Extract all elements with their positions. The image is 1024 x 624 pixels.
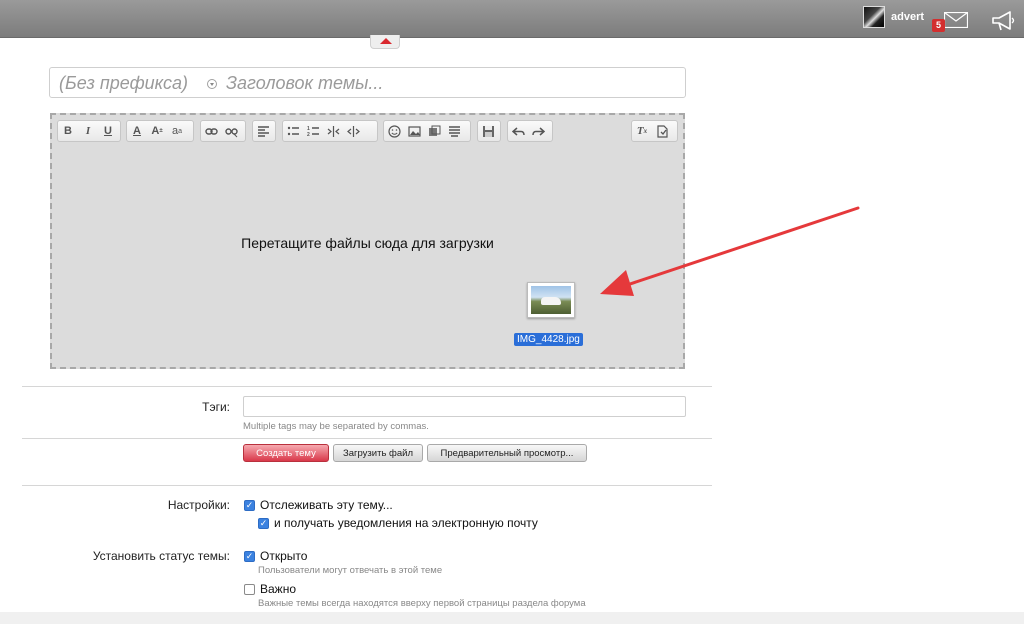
avatar[interactable] [863,6,885,28]
thread-title-box: (Без префикса) [49,67,686,98]
username[interactable]: advert [891,11,924,23]
thread-title-input[interactable] [226,71,676,95]
underline-icon[interactable]: U [99,122,117,140]
svg-text:2: 2 [307,132,310,138]
prefix-select[interactable]: (Без префикса) [59,73,188,94]
sticky-thread-hint: Важные темы всегда находятся вверху перв… [258,598,586,609]
tags-hint: Multiple tags may be separated by commas… [243,421,429,432]
toolbar-group-text-style: B I U [57,120,121,142]
sticky-thread-checkbox[interactable] [244,583,255,595]
watch-thread-label: Отслеживать эту тему... [260,498,393,512]
toggle-bbcode-icon[interactable] [653,122,671,140]
toolbar-group-lists: 12 [282,120,378,142]
watch-thread-option[interactable]: Отслеживать эту тему... [244,498,393,512]
tags-input[interactable] [243,396,686,417]
save-draft-icon[interactable] [479,122,497,140]
divider [22,386,712,387]
remove-format-icon[interactable]: Tx [633,122,651,140]
car-photo [531,286,571,314]
link-icon[interactable] [202,122,220,140]
toolbar-group-align [252,120,276,142]
sticky-thread-option[interactable]: Важно [244,582,296,596]
toolbar-group-links [200,120,246,142]
chevron-down-icon[interactable] [207,79,217,89]
email-notify-label: и получать уведомления на электронную по… [274,516,538,530]
mail-icon[interactable] [944,12,968,28]
create-thread-button[interactable]: Создать тему [243,444,329,462]
image-icon[interactable] [405,122,423,140]
redo-icon[interactable] [529,122,547,140]
page-bottom-edge [0,612,1024,624]
thread-status-label: Установить статус темы: [92,549,230,563]
collapse-header-toggle[interactable] [370,35,400,49]
text-color-icon[interactable]: A [128,122,146,140]
media-icon[interactable] [425,122,443,140]
watch-thread-checkbox[interactable] [244,499,255,511]
toolbar-group-insert [383,120,471,142]
divider [22,438,712,439]
align-icon[interactable] [254,122,272,140]
toolbar-group-draft [477,120,501,142]
divider [22,485,712,486]
toolbar-group-format: Tx [631,120,678,142]
dropzone-text: Перетащите файлы сюда для загрузки [241,235,494,251]
sticky-thread-label: Важно [260,582,297,596]
font-size-icon[interactable]: A ± [148,122,166,140]
editor-toolbar: B I U A A ± aa 12 T x [52,115,683,145]
dragged-file-name: IMG_4428.jpg [514,333,583,346]
email-notify-checkbox[interactable] [258,517,269,529]
font-family-icon[interactable]: aa [168,122,186,140]
dragged-file-thumbnail[interactable] [527,282,575,318]
undo-icon[interactable] [509,122,527,140]
quote-icon[interactable] [445,122,463,140]
italic-icon[interactable]: I [79,122,97,140]
top-bar: advert 5 [0,0,1024,38]
annotation-arrow-icon [600,206,860,296]
smilie-icon[interactable] [385,122,403,140]
tags-label: Тэги: [202,400,230,414]
bulleted-list-icon[interactable] [284,122,302,140]
toolbar-group-font: A A ± aa [126,120,194,142]
open-thread-label: Открыто [260,549,308,563]
mail-count-badge: 5 [932,19,945,32]
settings-label: Настройки: [167,498,230,512]
open-thread-option[interactable]: Открыто [244,549,307,563]
email-notify-option[interactable]: и получать уведомления на электронную по… [258,516,538,530]
open-thread-hint: Пользователи могут отвечать в этой теме [258,565,443,576]
indent-icon[interactable] [344,122,362,140]
upload-file-button[interactable]: Загрузить файл [333,444,423,462]
toolbar-group-history [507,120,553,142]
unlink-icon[interactable] [222,122,240,140]
numbered-list-icon[interactable]: 12 [304,122,322,140]
outdent-icon[interactable] [324,122,342,140]
megaphone-icon[interactable] [990,10,1016,32]
preview-button[interactable]: Предварительный просмотр... [427,444,587,462]
open-thread-checkbox[interactable] [244,550,255,562]
bold-icon[interactable]: B [59,122,77,140]
